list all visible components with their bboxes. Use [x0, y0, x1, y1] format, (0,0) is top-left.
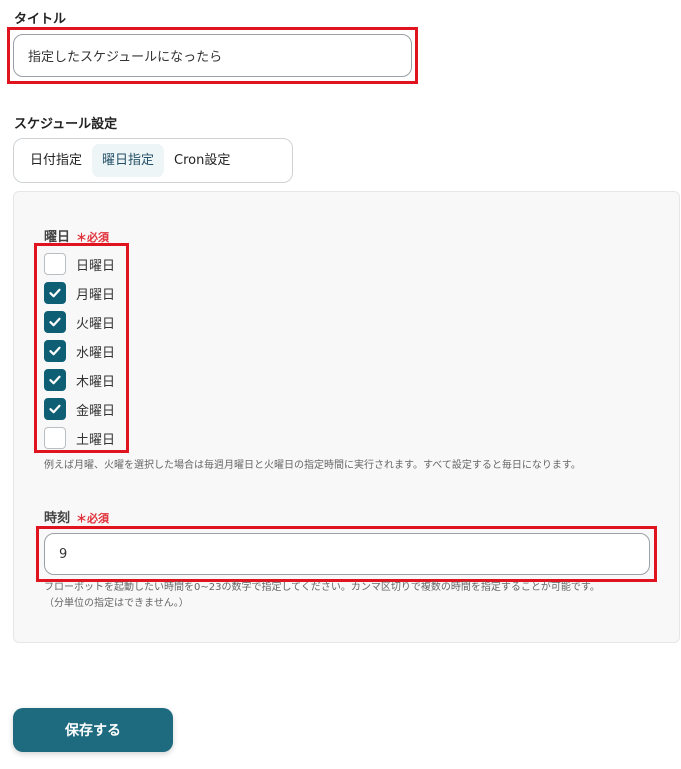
title-label: タイトル: [14, 12, 67, 27]
weekday-label-thursday: 木曜日: [76, 374, 116, 390]
weekday-label-tuesday: 火曜日: [76, 316, 116, 332]
weekday-label-friday: 金曜日: [76, 403, 116, 419]
weekday-row-tuesday[interactable]: 火曜日: [44, 310, 115, 334]
checkmark-icon: [49, 404, 61, 414]
weekday-label-wednesday: 水曜日: [76, 345, 116, 361]
weekday-row-monday[interactable]: 月曜日: [44, 281, 115, 305]
weekday-label-monday: 月曜日: [76, 287, 116, 303]
weekday-help-text: 例えば月曜、火曜を選択した場合は毎週月曜日と火曜日の指定時間に実行されます。すべ…: [44, 460, 581, 471]
time-input[interactable]: 9: [44, 533, 650, 575]
schedule-settings-label: スケジュール設定: [14, 117, 118, 132]
checkbox-tuesday[interactable]: [44, 311, 66, 333]
checkmark-icon: [49, 317, 61, 327]
checkmark-icon: [49, 288, 61, 298]
weekday-row-saturday[interactable]: 土曜日: [44, 426, 115, 450]
weekday-row-wednesday[interactable]: 水曜日: [44, 339, 115, 363]
time-help-text: フローボットを起動したい時間を0~23の数字で指定してください。カンマ区切りで複…: [44, 580, 654, 612]
tab-date[interactable]: 日付指定: [20, 144, 92, 177]
checkmark-icon: [49, 346, 61, 356]
tab-weekday[interactable]: 曜日指定: [92, 144, 165, 177]
weekday-row-sunday[interactable]: 日曜日: [44, 252, 115, 276]
weekday-row-friday[interactable]: 金曜日: [44, 397, 115, 421]
checkbox-sunday[interactable]: [44, 253, 66, 275]
weekday-row-thursday[interactable]: 木曜日: [44, 368, 115, 392]
time-label-text: 時刻: [44, 511, 71, 526]
required-badge: ＊必須: [76, 512, 110, 525]
checkmark-icon: [49, 375, 61, 385]
weekday-label-sunday: 日曜日: [76, 258, 116, 274]
checkbox-saturday[interactable]: [44, 427, 66, 449]
title-input[interactable]: 指定したスケジュールになったら: [13, 34, 412, 77]
tab-cron[interactable]: Cron設定: [164, 144, 240, 177]
schedule-tabs: 日付指定 曜日指定 Cron設定: [13, 138, 293, 183]
save-button[interactable]: 保存する: [13, 708, 173, 752]
checkbox-monday[interactable]: [44, 282, 66, 304]
checkbox-wednesday[interactable]: [44, 340, 66, 362]
time-help-line1: フローボットを起動したい時間を0~23の数字で指定してください。カンマ区切りで複…: [44, 582, 600, 593]
time-field-label: 時刻 ＊必須: [44, 507, 109, 526]
checkbox-friday[interactable]: [44, 398, 66, 420]
time-help-line2: （分単位の指定はできません。）: [44, 598, 189, 609]
checkbox-thursday[interactable]: [44, 369, 66, 391]
weekday-label-saturday: 土曜日: [76, 432, 116, 448]
